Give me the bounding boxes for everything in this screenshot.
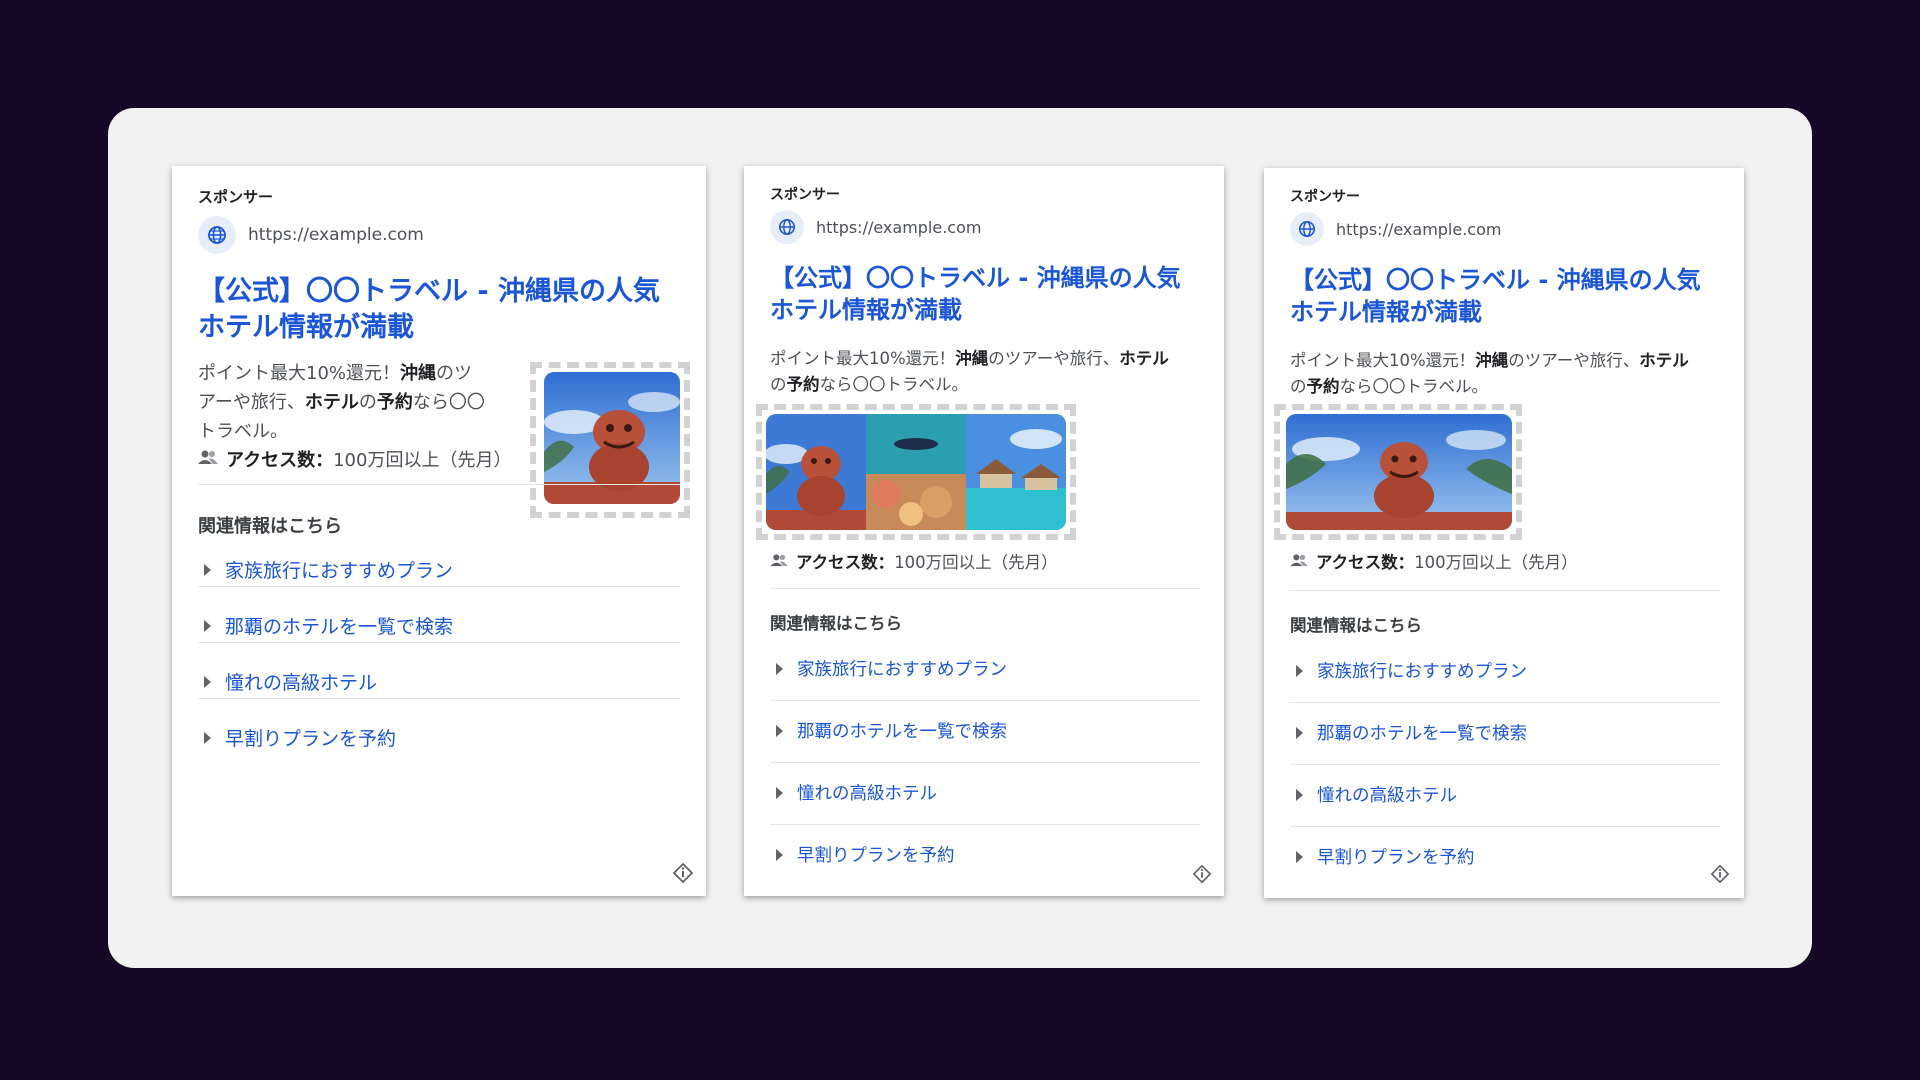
url-row[interactable]: https://example.com	[770, 210, 981, 244]
sitelink-luxury-hotels[interactable]: 憧れの高級ホテル	[1290, 782, 1457, 807]
triangle-right-icon	[204, 563, 211, 576]
sitelink-naha-hotels[interactable]: 那覇のホテルを一覧で検索	[198, 612, 453, 639]
ad-description: ポイント最大10%還元！沖縄のツアーや旅行、ホテル の予約なら〇〇トラベル。	[770, 349, 1169, 395]
sitelink-family-plan[interactable]: 家族旅行におすすめプラン	[198, 556, 453, 583]
sitelink-family-plan[interactable]: 家族旅行におすすめプラン	[770, 656, 1007, 681]
people-icon	[1290, 552, 1308, 571]
triangle-right-icon	[204, 675, 211, 688]
related-heading: 関連情報はこちら	[198, 516, 342, 537]
divider	[770, 700, 1200, 701]
triangle-right-icon	[1296, 664, 1303, 677]
ad-info-icon[interactable]	[1192, 864, 1212, 888]
triangle-right-icon	[776, 724, 783, 737]
ad-card-image-right: スポンサー https://example.com 【公式】〇〇トラベル - 沖…	[172, 166, 706, 896]
divider	[1290, 590, 1720, 591]
ad-title[interactable]: 【公式】〇〇トラベル - 沖縄県の人気 ホテル情報が満載	[1290, 264, 1740, 329]
access-stat: アクセス数： 100万回以上（先月）	[1290, 549, 1578, 573]
divider	[770, 762, 1200, 763]
sitelink-family-plan[interactable]: 家族旅行におすすめプラン	[1290, 658, 1527, 683]
sitelink-luxury-hotels[interactable]: 憧れの高級ホテル	[770, 780, 937, 805]
ad-title[interactable]: 【公式】〇〇トラベル - 沖縄県の人気 ホテル情報が満載	[198, 274, 698, 347]
water-villa-image	[966, 414, 1066, 530]
access-stat: アクセス数： 100万回以上（先月）	[198, 446, 511, 472]
globe-icon	[1290, 212, 1324, 246]
divider	[198, 642, 680, 643]
sitelink-early-booking[interactable]: 早割りプランを予約	[770, 842, 955, 867]
ad-card-image-below: スポンサー https://example.com 【公式】〇〇トラベル - 沖…	[1264, 168, 1744, 898]
triangle-right-icon	[776, 662, 783, 675]
display-url: https://example.com	[248, 225, 424, 245]
divider	[198, 698, 680, 699]
globe-icon	[770, 210, 804, 244]
triangle-right-icon	[204, 731, 211, 744]
divider	[1290, 826, 1720, 827]
divider	[198, 484, 680, 485]
sponsor-label: スポンサー	[1290, 189, 1360, 205]
url-row[interactable]: https://example.com	[198, 216, 424, 254]
access-stat: アクセス数： 100万回以上（先月）	[770, 549, 1058, 573]
related-heading: 関連情報はこちら	[770, 614, 902, 633]
triangle-right-icon	[1296, 726, 1303, 739]
sitelink-early-booking[interactable]: 早割りプランを予約	[198, 724, 396, 751]
sponsor-label: スポンサー	[198, 188, 274, 206]
ad-description: ポイント最大10%還元！沖縄のツ アーや旅行、ホテルの予約なら〇〇 トラベル。	[198, 363, 485, 442]
display-url: https://example.com	[816, 217, 982, 237]
divider	[770, 588, 1200, 589]
divider	[1290, 702, 1720, 703]
sitelink-naha-hotels[interactable]: 那覇のホテルを一覧で検索	[770, 718, 1007, 743]
ad-info-icon[interactable]	[672, 862, 694, 888]
shisa-image[interactable]	[1286, 414, 1512, 530]
ad-description: ポイント最大10%還元！沖縄のツアーや旅行、ホテル の予約なら〇〇トラベル。	[1290, 351, 1689, 397]
sponsor-label: スポンサー	[770, 187, 840, 203]
ad-card-image-gallery: スポンサー https://example.com 【公式】〇〇トラベル - 沖…	[744, 166, 1224, 896]
triangle-right-icon	[1296, 788, 1303, 801]
triangle-right-icon	[776, 848, 783, 861]
divider	[770, 824, 1200, 825]
triangle-right-icon	[1296, 850, 1303, 863]
divider	[198, 586, 680, 587]
ad-title[interactable]: 【公式】〇〇トラベル - 沖縄県の人気 ホテル情報が満載	[770, 262, 1220, 327]
display-url: https://example.com	[1336, 219, 1502, 239]
shisa-image	[766, 414, 866, 530]
sitelink-naha-hotels[interactable]: 那覇のホテルを一覧で検索	[1290, 720, 1527, 745]
triangle-right-icon	[204, 619, 211, 632]
people-icon	[770, 552, 788, 571]
coral-reef-image	[866, 414, 966, 530]
triangle-right-icon	[776, 786, 783, 799]
url-row[interactable]: https://example.com	[1290, 212, 1501, 246]
sitelink-luxury-hotels[interactable]: 憧れの高級ホテル	[198, 668, 377, 695]
people-icon	[198, 449, 218, 470]
image-gallery[interactable]	[766, 414, 1066, 530]
related-heading: 関連情報はこちら	[1290, 616, 1422, 635]
divider	[1290, 764, 1720, 765]
ad-info-icon[interactable]	[1710, 864, 1730, 888]
globe-icon	[198, 216, 236, 254]
sitelink-early-booking[interactable]: 早割りプランを予約	[1290, 844, 1475, 869]
